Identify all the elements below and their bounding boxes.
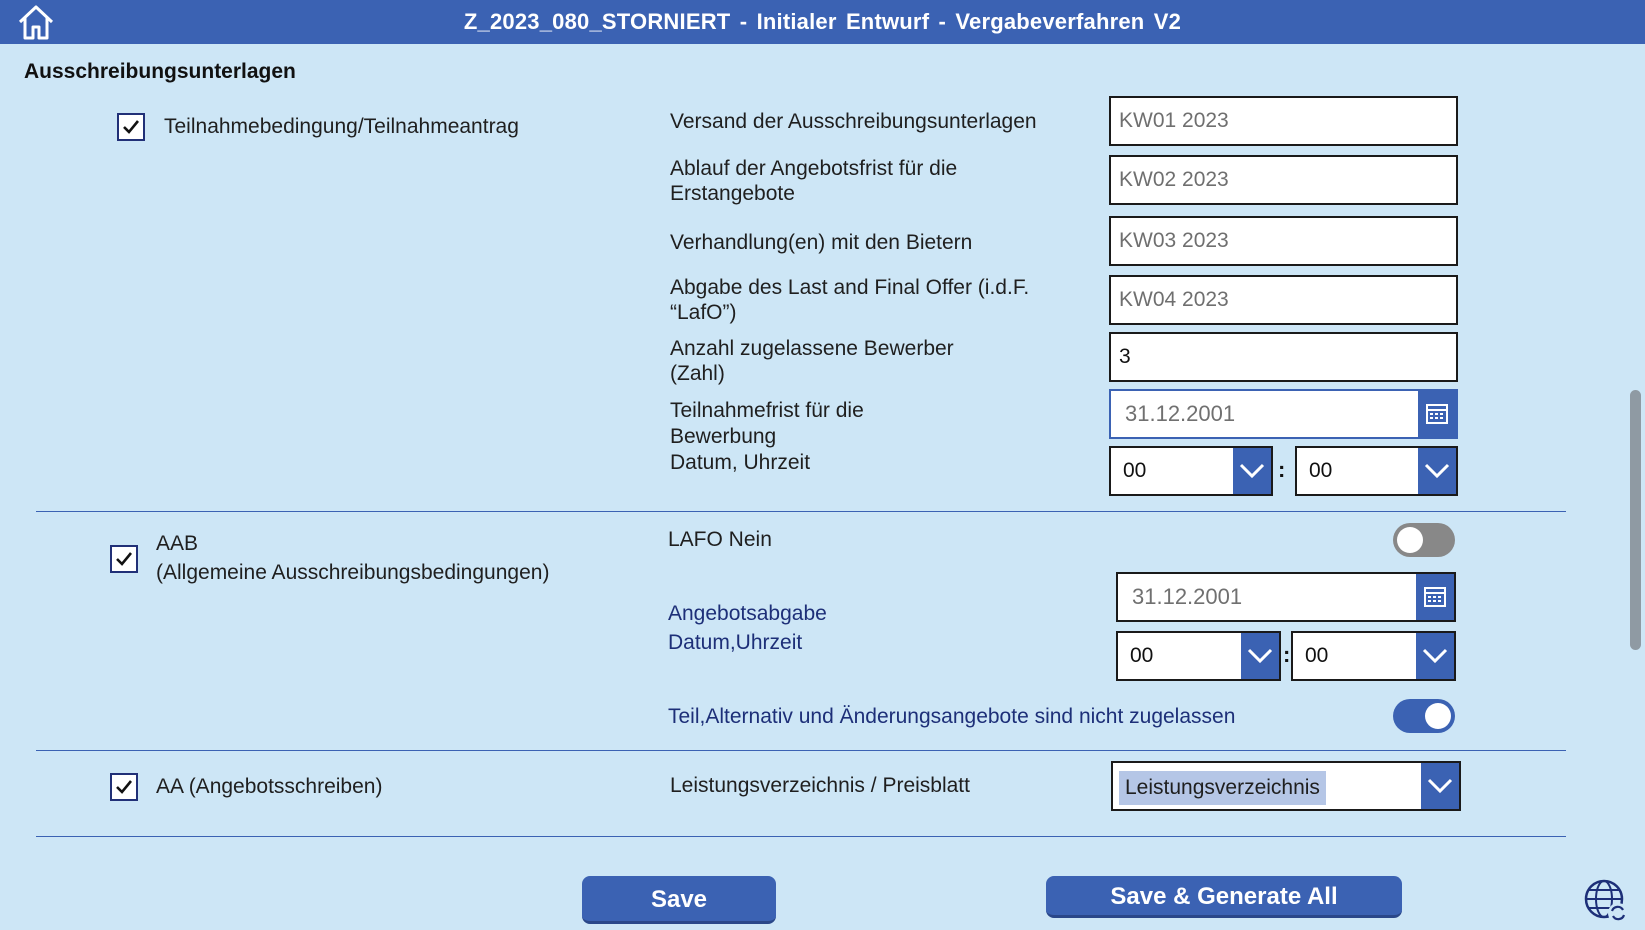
minute-value: 00 [1309, 459, 1333, 482]
checkmark-icon [116, 780, 133, 794]
minute-dropdown-button[interactable] [1418, 448, 1456, 494]
chevron-down-icon [1422, 648, 1448, 664]
globe-refresh-button[interactable] [1582, 877, 1630, 925]
date-picker-teilnahmefrist[interactable]: 31.12.2001 [1109, 389, 1458, 439]
select-dropdown-button[interactable] [1421, 763, 1459, 809]
divider [36, 750, 1566, 751]
checkbox-aa[interactable] [110, 773, 138, 801]
divider [36, 836, 1566, 837]
calendar-icon [1426, 404, 1448, 424]
label-versand: Versand der Ausschreibungsunterlagen [670, 110, 1037, 133]
input-anzahl-bewerber[interactable] [1109, 332, 1458, 382]
select-leistungsverzeichnis[interactable]: Leistungsverzeichnis [1111, 761, 1461, 811]
label-angebotsabgabe: Angebotsabgabe [668, 602, 827, 625]
globe-refresh-icon [1584, 879, 1628, 923]
hour-value: 00 [1123, 459, 1147, 482]
hour-dropdown-button[interactable] [1241, 633, 1279, 679]
label-lafo-nein: LAFO Nein [668, 528, 772, 551]
save-generate-all-button[interactable]: Save & Generate All [1046, 876, 1402, 918]
minute-dropdown-button[interactable] [1416, 633, 1454, 679]
toggle-lafo[interactable] [1393, 523, 1455, 557]
label-angebotsfrist: Ablauf der Angebotsfrist für die Erstang… [670, 157, 958, 205]
label-teilnahmefrist-1: Teilnahmefrist für die [670, 399, 864, 422]
divider [36, 511, 1566, 512]
checkbox-teilnahmebedingung[interactable] [117, 113, 145, 141]
minute-select-angebotsabgabe[interactable]: 00 [1291, 631, 1456, 681]
label-teilnahmefrist-2: Bewerbung [670, 425, 777, 448]
chevron-down-icon [1424, 463, 1450, 479]
label-alternativangebote: Teil,Alternativ und Änderungsangebote si… [668, 705, 1236, 728]
label-anzahl-bewerber: Anzahl zugelassene Bewerber (Zahl) [670, 337, 954, 385]
toggle-alternativangebote[interactable] [1393, 699, 1455, 733]
label-verhandlung: Verhandlung(en) mit den Bietern [670, 231, 973, 254]
save-button[interactable]: Save [582, 876, 776, 924]
minute-select-teilnahmefrist[interactable]: 00 [1295, 446, 1458, 496]
date-value: 31.12.2001 [1125, 401, 1236, 426]
checkbox-label-teilnahmebedingung: Teilnahmebedingung/Teilnahmeantrag [164, 115, 519, 138]
page-title: Z_2023_080_STORNIERT - Initialer Entwurf… [463, 9, 1182, 34]
label-lafo-abgabe: Abgabe des Last and Final Offer (i.d.F. … [670, 276, 1030, 324]
minute-value: 00 [1305, 644, 1329, 667]
checkmark-icon [116, 552, 133, 566]
toggle-knob [1425, 703, 1451, 729]
checkbox-label-aab-sub: (Allgemeine Ausschreibungsbedingungen) [156, 561, 550, 584]
calendar-button[interactable] [1418, 391, 1456, 437]
label-teilnahmefrist-3: Datum, Uhrzeit [670, 451, 811, 474]
checkbox-label-aab: AAB [156, 532, 199, 555]
checkbox-aab[interactable] [110, 545, 138, 573]
toggle-knob [1397, 527, 1423, 553]
checkmark-icon [123, 120, 140, 134]
time-separator: : [1283, 642, 1291, 667]
app-header: Z_2023_080_STORNIERT - Initialer Entwurf… [0, 0, 1645, 44]
hour-select-teilnahmefrist[interactable]: 00 [1109, 446, 1273, 496]
input-angebotsfrist[interactable] [1109, 155, 1458, 205]
time-separator: : [1278, 457, 1286, 482]
chevron-down-icon [1239, 463, 1265, 479]
hour-select-angebotsabgabe[interactable]: 00 [1116, 631, 1281, 681]
checkbox-label-aa: AA (Angebotsschreiben) [156, 775, 383, 798]
calendar-icon [1424, 587, 1446, 607]
input-verhandlung[interactable] [1109, 216, 1458, 266]
date-value: 31.12.2001 [1132, 584, 1243, 609]
input-versand[interactable] [1109, 96, 1458, 146]
label-leistungsverzeichnis: Leistungsverzeichnis / Preisblatt [670, 774, 970, 797]
hour-dropdown-button[interactable] [1233, 448, 1271, 494]
calendar-button[interactable] [1416, 574, 1454, 620]
section-title: Ausschreibungsunterlagen [24, 60, 296, 83]
date-picker-angebotsabgabe[interactable]: 31.12.2001 [1116, 572, 1456, 622]
vertical-scrollbar[interactable] [1630, 390, 1641, 650]
select-value: Leistungsverzeichnis [1119, 771, 1326, 805]
hour-value: 00 [1130, 644, 1154, 667]
chevron-down-icon [1247, 648, 1273, 664]
chevron-down-icon [1427, 778, 1453, 794]
input-lafo-abgabe[interactable] [1109, 275, 1458, 325]
label-angebotsabgabe-datum: Datum,Uhrzeit [668, 631, 803, 654]
